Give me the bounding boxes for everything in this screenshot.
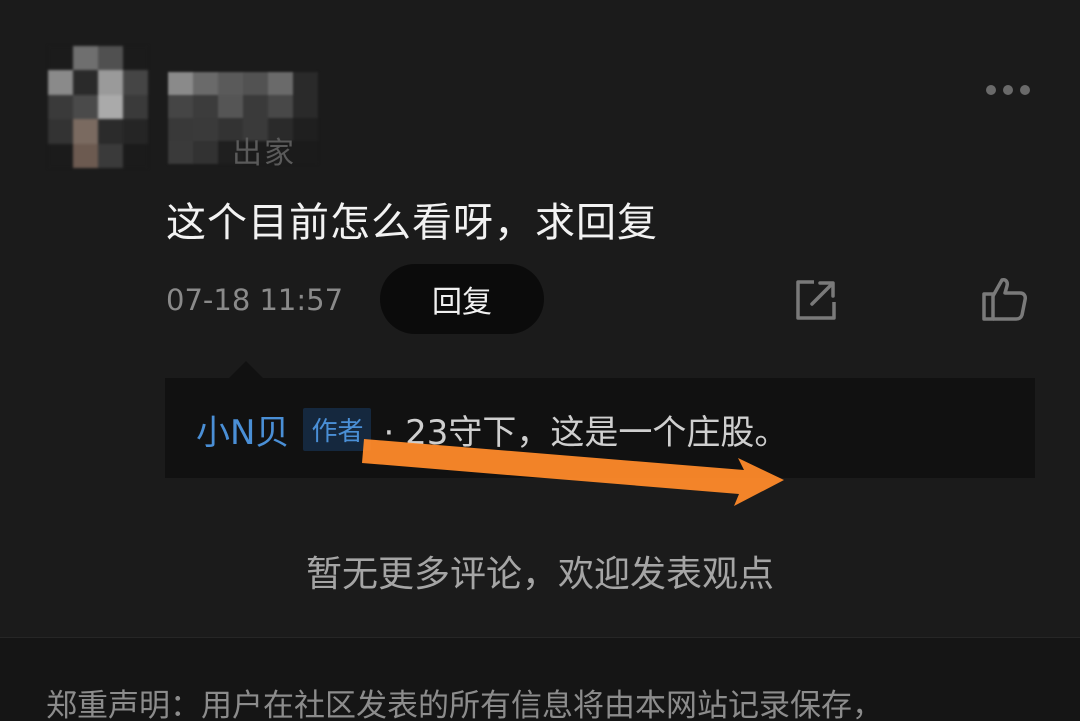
avatar[interactable]	[48, 46, 148, 168]
more-options-icon[interactable]	[986, 82, 1034, 98]
comment-area: 出家 这个目前怎么看呀，求回复 07-18 11:57 回复 小N贝 作者 · …	[0, 0, 1080, 637]
reply-text: · 23守下，这是一个庄股。	[383, 413, 789, 453]
comment-timestamp: 07-18 11:57	[166, 283, 344, 317]
annotation-arrow-icon	[362, 439, 784, 506]
username-partial[interactable]: 出家	[232, 128, 296, 172]
reply-button[interactable]: 回复	[380, 264, 544, 334]
reply-author[interactable]: 小N贝	[196, 405, 289, 454]
share-icon[interactable]	[792, 276, 840, 324]
comment-text: 这个目前怎么看呀，求回复	[166, 200, 658, 246]
no-more-comments-text: 暂无更多评论，欢迎发表观点	[305, 554, 774, 595]
author-badge: 作者	[303, 408, 372, 451]
footer: 郑重声明：用户在社区发表的所有信息将由本网站记录保存，	[0, 637, 1080, 721]
thumbs-up-icon[interactable]	[980, 274, 1030, 324]
disclaimer-text: 郑重声明：用户在社区发表的所有信息将由本网站记录保存，	[46, 688, 883, 721]
reply-box-notch	[228, 361, 264, 379]
reply-line: 小N贝 作者 · 23守下，这是一个庄股。	[196, 405, 788, 454]
